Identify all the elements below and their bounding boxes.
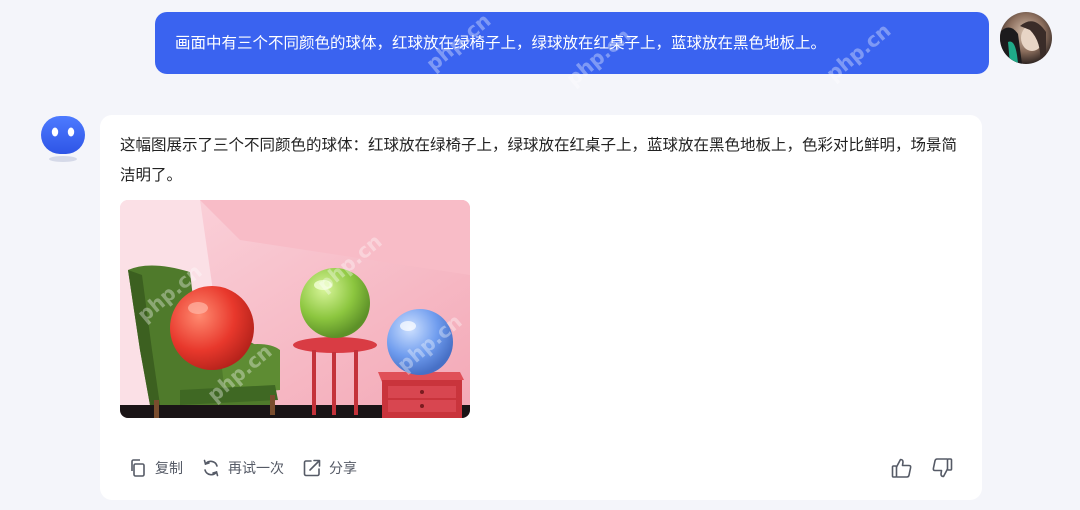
share-icon [303,459,321,477]
retry-label: 再试一次 [228,461,284,477]
user-message-bubble: 画面中有三个不同颜色的球体，红球放在绿椅子上，绿球放在红桌子上，蓝球放在黑色地板… [155,12,989,74]
thumbs-up-icon[interactable] [890,456,914,480]
assistant-message-text: 这幅图展示了三个不同颜色的球体：红球放在绿椅子上，绿球放在红桌子上，蓝球放在黑色… [120,136,958,184]
message-action-bar: 复制 再试一次 分享 [128,456,375,480]
user-message-row: 画面中有三个不同颜色的球体，红球放在绿椅子上，绿球放在红桌子上，蓝球放在黑色地板… [155,12,1065,76]
copy-button[interactable]: 复制 [128,458,183,478]
copy-label: 复制 [155,461,183,477]
assistant-avatar [40,115,86,165]
share-label: 分享 [329,461,357,477]
share-button[interactable]: 分享 [302,458,357,478]
thumbs-down-icon[interactable] [930,456,954,480]
generated-image[interactable]: php.cn php.cn php.cn php.cn [120,200,470,418]
user-avatar[interactable] [1000,12,1052,64]
copy-icon [131,459,145,477]
retry-button[interactable]: 再试一次 [201,458,284,478]
feedback-buttons [874,456,954,480]
refresh-icon [203,459,219,477]
assistant-message-card: 这幅图展示了三个不同颜色的球体：红球放在绿椅子上，绿球放在红桌子上，蓝球放在黑色… [100,115,982,500]
